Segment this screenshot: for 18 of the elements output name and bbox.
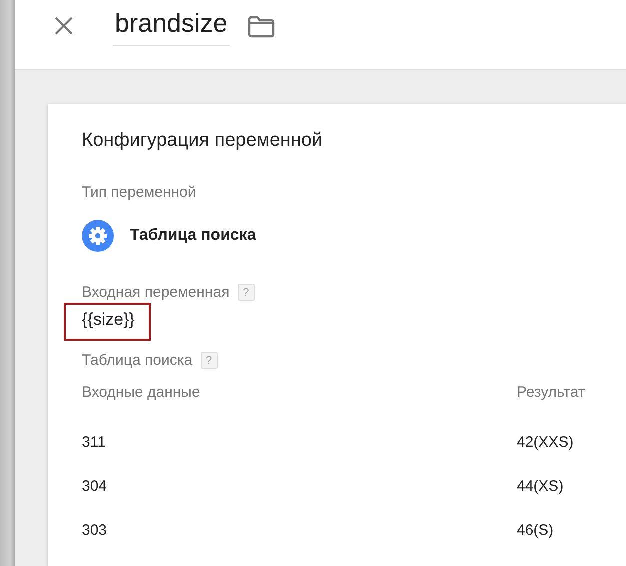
- input-variable-value[interactable]: {{size}}: [82, 310, 626, 330]
- variable-name-field[interactable]: brandsize: [113, 8, 230, 46]
- column-header: Результат: [517, 384, 586, 403]
- card-title: Конфигурация переменной: [82, 130, 324, 152]
- table-cell-text: 46(S): [517, 520, 555, 540]
- table-cell-text: 303: [82, 520, 108, 540]
- column-header: Входные данные: [82, 384, 202, 403]
- field-label: Таблица поиска: [82, 352, 193, 369]
- field-label: Входная переменная: [82, 284, 230, 301]
- table-cell-text: 44(XS): [517, 476, 565, 496]
- variable-type-name: Таблица поиска: [130, 227, 256, 245]
- close-icon[interactable]: [55, 16, 73, 34]
- folder-icon[interactable]: [248, 16, 275, 38]
- table-cell-text: 42(XXS): [517, 432, 575, 452]
- table-cell-text: 304: [82, 476, 108, 496]
- gear-icon: [82, 220, 114, 252]
- field-label: Тип переменной: [82, 184, 196, 201]
- table-cell-text: 311: [82, 432, 107, 452]
